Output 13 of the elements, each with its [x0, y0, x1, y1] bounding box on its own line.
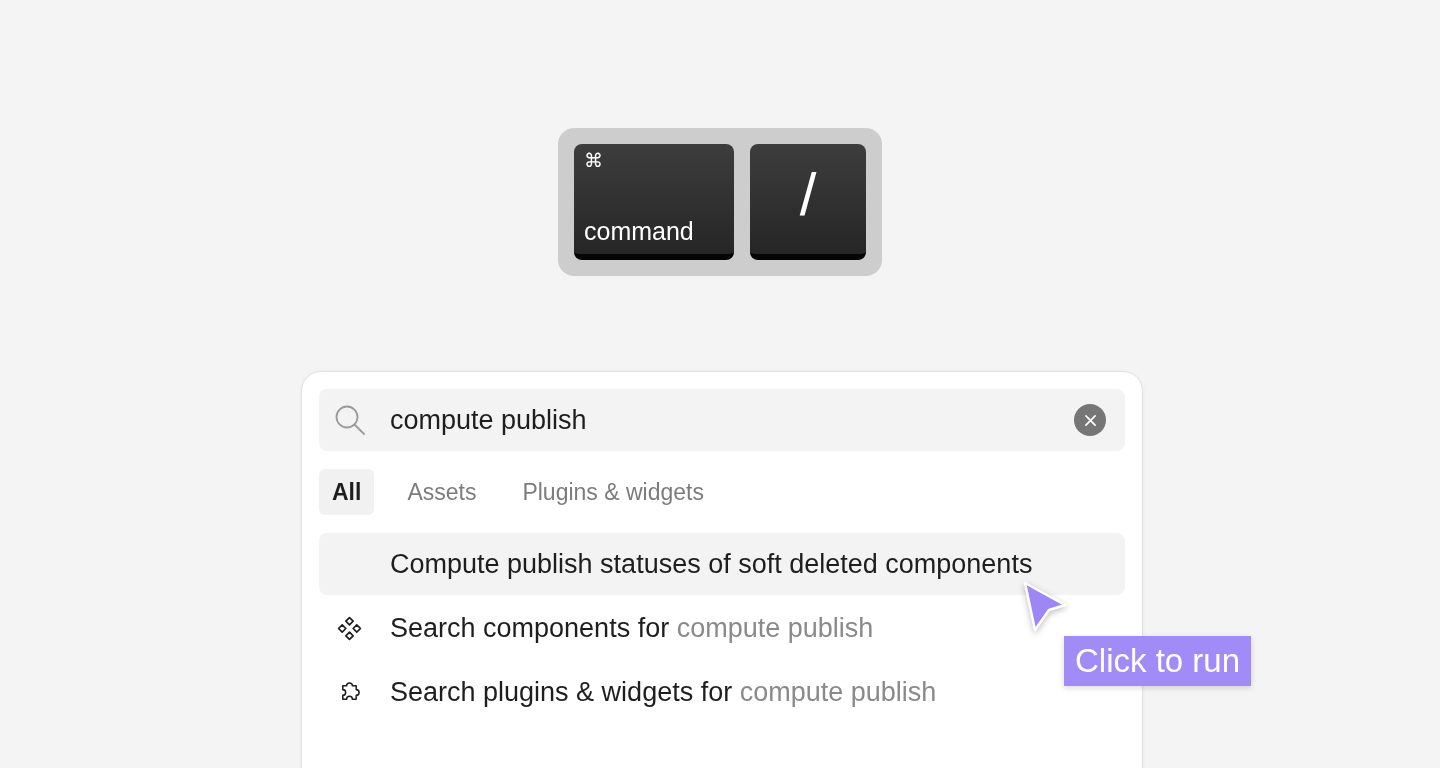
- key-label: command: [584, 216, 694, 246]
- filter-tab[interactable]: All: [319, 469, 375, 515]
- clear-button[interactable]: [1074, 404, 1106, 436]
- search-icon: [334, 404, 366, 436]
- close-icon: [1084, 414, 1096, 426]
- key-symbol: ⌘: [584, 150, 603, 172]
- key-character: /: [799, 163, 817, 227]
- tooltip: Click to run: [1064, 636, 1252, 686]
- search-field[interactable]: compute publish: [319, 389, 1125, 451]
- filter-tab[interactable]: Assets: [394, 469, 490, 515]
- filter-tab[interactable]: Plugins & widgets: [509, 469, 717, 515]
- four-diamonds-icon: [337, 615, 362, 641]
- result-item[interactable]: Compute publish statuses of soft deleted components: [319, 533, 1125, 595]
